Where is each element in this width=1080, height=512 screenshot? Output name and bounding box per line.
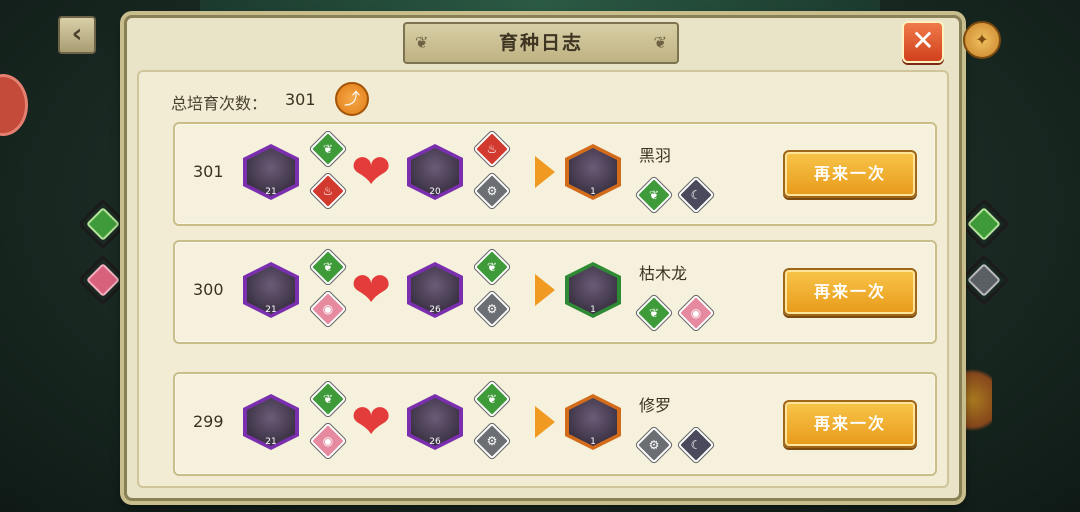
bolt-icon: ⚙ xyxy=(473,172,511,210)
log-row: 301 21 ❦ ♨ ❤ 20 ♨ ⚙ 1 黑羽 ❦ ☾ 再来一次 xyxy=(173,122,937,226)
bolt-icon: ⚙ xyxy=(635,426,673,464)
share-button[interactable]: ⤴ xyxy=(335,82,369,116)
result-avatar[interactable]: 1 xyxy=(565,144,621,200)
parent1-level: 21 xyxy=(265,437,277,447)
side-notification-bubble[interactable] xyxy=(0,74,28,136)
eye-icon: ◉ xyxy=(309,422,347,460)
result-name: 黑羽 xyxy=(639,146,672,165)
eye-icon: ◉ xyxy=(677,294,715,332)
result-name: 修罗 xyxy=(639,396,672,415)
breed-again-button[interactable]: 再来一次 xyxy=(783,400,917,448)
page-title: 育种日志 xyxy=(498,32,583,54)
arrow-right-icon xyxy=(535,274,555,306)
row-number: 299 xyxy=(193,412,224,431)
leaf-icon: ❦ xyxy=(635,294,673,332)
breed-again-button[interactable]: 再来一次 xyxy=(783,268,917,316)
arrow-right-icon xyxy=(535,406,555,438)
parent1-avatar[interactable]: 21 xyxy=(243,262,299,318)
moon-icon: ☾ xyxy=(677,426,715,464)
leaf-icon: ❦ xyxy=(309,130,347,168)
heart-icon: ❤ xyxy=(351,262,392,318)
parent1-level: 21 xyxy=(265,305,277,315)
total-breed-label: 总培育次数： xyxy=(171,94,268,113)
title-bar: ❦ 育种日志 ❦ xyxy=(403,22,679,64)
parent2-avatar[interactable]: 26 xyxy=(407,262,463,318)
eye-icon: ◉ xyxy=(309,290,347,328)
result-level: 1 xyxy=(590,437,596,447)
arrow-right-icon xyxy=(535,156,555,188)
heart-icon: ❤ xyxy=(351,394,392,450)
leaf-icon: ❦ xyxy=(309,248,347,286)
result-name: 枯木龙 xyxy=(639,264,688,283)
parent1-avatar[interactable]: 21 xyxy=(243,144,299,200)
log-row: 299 21 ❦ ◉ ❤ 26 ❦ ⚙ 1 修罗 ⚙ ☾ 再来一次 xyxy=(173,372,937,476)
result-avatar[interactable]: 1 xyxy=(565,394,621,450)
right-bolt-element-icon[interactable] xyxy=(958,254,1010,306)
title-ornament-right-icon: ❦ xyxy=(653,33,667,52)
result-avatar[interactable]: 1 xyxy=(565,262,621,318)
leaf-icon: ❦ xyxy=(473,248,511,286)
leaf-icon: ❦ xyxy=(473,380,511,418)
left-eye-element-icon[interactable] xyxy=(77,254,129,306)
fire-icon: ♨ xyxy=(309,172,347,210)
log-list[interactable]: 总培育次数： 301 ⤴ 301 21 ❦ ♨ ❤ 20 ♨ ⚙ 1 黑羽 ❦ … xyxy=(137,70,949,488)
parent1-level: 21 xyxy=(265,187,277,197)
close-button[interactable]: ✕ xyxy=(902,21,944,63)
parent2-level: 26 xyxy=(429,437,441,447)
row-number: 301 xyxy=(193,162,224,181)
leaf-icon: ❦ xyxy=(635,176,673,214)
coin-menu-icon[interactable]: ✦ xyxy=(963,21,1001,59)
row-number: 300 xyxy=(193,280,224,299)
moon-icon: ☾ xyxy=(677,176,715,214)
heart-icon: ❤ xyxy=(351,144,392,200)
fire-icon: ♨ xyxy=(473,130,511,168)
bolt-icon: ⚙ xyxy=(473,290,511,328)
breeding-log-panel: ❦ 育种日志 ❦ 总培育次数： 301 ⤴ 301 21 ❦ ♨ ❤ 20 ♨ … xyxy=(124,15,962,501)
result-level: 1 xyxy=(590,187,596,197)
log-row: 300 21 ❦ ◉ ❤ 26 ❦ ⚙ 1 枯木龙 ❦ ◉ 再来一次 xyxy=(173,240,937,344)
bolt-icon: ⚙ xyxy=(473,422,511,460)
total-breed-value: 301 xyxy=(285,90,316,109)
right-leaf-element-icon[interactable] xyxy=(958,198,1010,250)
parent2-level: 20 xyxy=(429,187,441,197)
leaf-icon: ❦ xyxy=(309,380,347,418)
left-leaf-element-icon[interactable] xyxy=(77,198,129,250)
parent2-level: 26 xyxy=(429,305,441,315)
parent1-avatar[interactable]: 21 xyxy=(243,394,299,450)
back-button[interactable]: ‹ xyxy=(58,16,96,54)
parent2-avatar[interactable]: 26 xyxy=(407,394,463,450)
result-level: 1 xyxy=(590,305,596,315)
parent2-avatar[interactable]: 20 xyxy=(407,144,463,200)
breed-again-button[interactable]: 再来一次 xyxy=(783,150,917,198)
